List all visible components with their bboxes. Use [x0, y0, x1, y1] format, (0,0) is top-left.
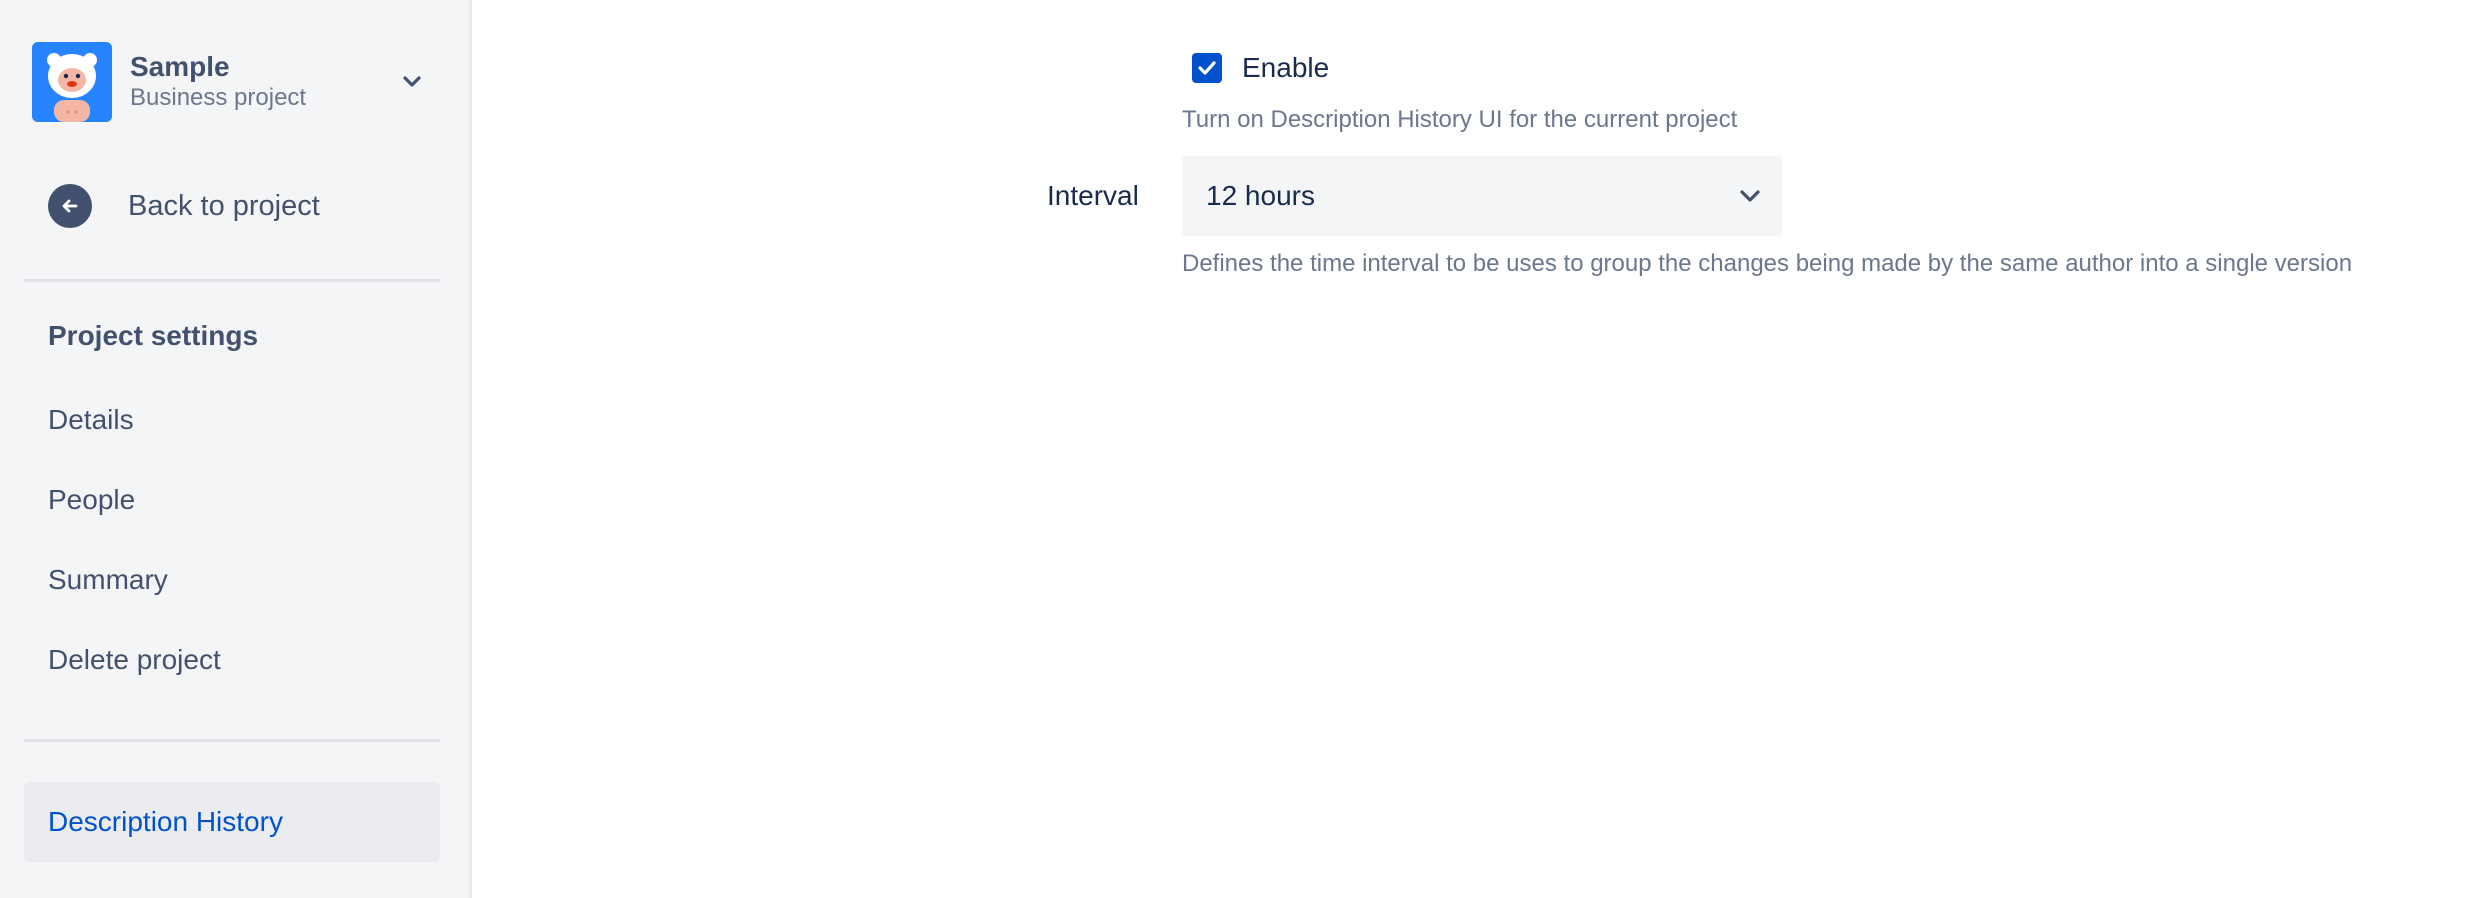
interval-label: Interval	[1047, 180, 1139, 211]
project-name: Sample	[130, 51, 230, 82]
enable-row: Enable	[1192, 52, 1329, 84]
chevron-down-icon[interactable]	[396, 66, 428, 98]
settings-panel: Enable Turn on Description History UI fo…	[475, 0, 2488, 898]
sidebar-item-summary[interactable]: Summary	[48, 564, 168, 596]
sidebar-item-details[interactable]: Details	[48, 404, 134, 436]
sidebar-divider	[24, 739, 440, 742]
sidebar-item-people[interactable]: People	[48, 484, 135, 516]
enable-checkbox[interactable]	[1192, 53, 1222, 83]
interval-help-text: Defines the time interval to be uses to …	[1182, 250, 2353, 277]
project-type: Business project	[130, 84, 307, 111]
back-to-project-label: Back to project	[128, 189, 320, 222]
chevron-down-icon	[1734, 180, 1766, 212]
yeti-avatar-icon	[32, 42, 112, 122]
app: Sample Business project Back to project …	[0, 0, 2488, 898]
sidebar-item-description-history[interactable]: Description History	[24, 782, 440, 862]
arrow-left-circle-icon	[48, 184, 92, 228]
back-to-project-link[interactable]: Back to project	[48, 182, 320, 230]
enable-label[interactable]: Enable	[1242, 52, 1329, 84]
interval-select[interactable]: 12 hours	[1182, 156, 1782, 236]
sidebar-item-delete-project[interactable]: Delete project	[48, 644, 221, 676]
sidebar: Sample Business project Back to project …	[0, 0, 472, 898]
checkmark-icon	[1198, 61, 1216, 75]
interval-selected-value: 12 hours	[1206, 180, 1315, 211]
sidebar-divider	[24, 279, 440, 282]
project-text: Sample Business project	[130, 51, 432, 113]
enable-help-text: Turn on Description History UI for the c…	[1182, 106, 1738, 133]
project-switcher[interactable]: Sample Business project	[32, 42, 432, 122]
project-settings-heading: Project settings	[48, 320, 259, 351]
